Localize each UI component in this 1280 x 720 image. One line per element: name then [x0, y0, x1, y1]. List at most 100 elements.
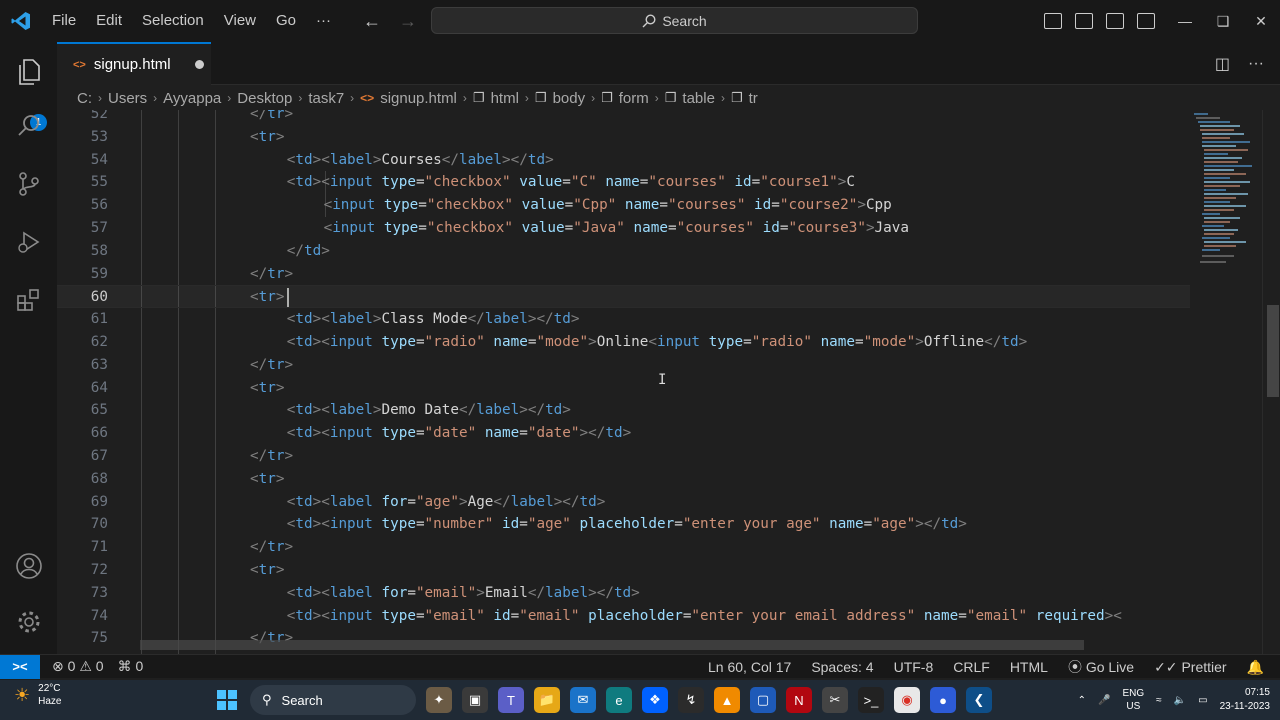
toggle-primary-sidebar-icon[interactable] — [1044, 13, 1062, 29]
microphone-icon[interactable]: 🎤 — [1098, 695, 1110, 706]
cursor-position[interactable]: Ln 60, Col 17 — [708, 659, 791, 675]
menu-more[interactable]: ··· — [306, 0, 341, 42]
code-line[interactable]: 56 <input type="checkbox" value="Cpp" nam… — [57, 194, 1190, 217]
code-line[interactable]: 54 <td><label>Courses</label></td> — [57, 149, 1190, 172]
run-debug-icon[interactable] — [13, 226, 45, 258]
breadcrumb-item[interactable]: form — [619, 90, 649, 107]
maximize-icon[interactable]: ❑ — [1204, 13, 1242, 30]
menu-go[interactable]: Go — [266, 0, 306, 42]
code-line[interactable]: 57 <input type="checkbox" value="Java" na… — [57, 217, 1190, 240]
extensions-icon[interactable] — [13, 284, 45, 316]
breadcrumb-item[interactable]: tr — [749, 90, 758, 107]
back-arrow-icon[interactable]: ← — [363, 11, 381, 32]
code-line[interactable]: 68 <tr> — [57, 468, 1190, 491]
code-line[interactable]: 52 </tr> — [57, 110, 1190, 126]
mail-icon[interactable]: ✉ — [570, 687, 596, 713]
chevron-up-icon[interactable]: ⌃ — [1078, 695, 1086, 706]
teams-icon[interactable]: T — [498, 687, 524, 713]
explorer-icon[interactable] — [13, 56, 45, 88]
clock[interactable]: 07:15 23-11-2023 — [1220, 686, 1270, 714]
vertical-scrollbar[interactable] — [1262, 110, 1280, 654]
breadcrumb-item[interactable]: table — [682, 90, 715, 107]
problems-indicator[interactable]: ⊗ 0 ⚠ 0 — [52, 658, 104, 675]
breadcrumb-item[interactable]: C: — [77, 90, 92, 107]
app-window-icon[interactable]: ▢ — [750, 687, 776, 713]
indentation[interactable]: Spaces: 4 — [811, 659, 873, 675]
command-center-search[interactable]: Search — [431, 7, 918, 34]
end-of-line[interactable]: CRLF — [953, 659, 990, 675]
accounts-icon[interactable] — [13, 550, 45, 582]
split-editor-icon[interactable]: ◫ — [1215, 54, 1230, 74]
edge-browser-icon[interactable]: e — [606, 687, 632, 713]
notifications-bell-icon[interactable]: 🔔 — [1247, 659, 1264, 676]
more-actions-icon[interactable]: ··· — [1248, 55, 1264, 73]
volume-icon[interactable]: 🔈 — [1174, 695, 1186, 706]
code-line[interactable]: 63 </tr> — [57, 354, 1190, 377]
code-line[interactable]: 62 <td><input type="radio" name="mode">On… — [57, 331, 1190, 354]
power-automate-icon[interactable]: ↯ — [678, 687, 704, 713]
remote-indicator-icon[interactable]: >< — [0, 654, 40, 679]
minimize-icon[interactable]: — — [1166, 13, 1204, 29]
discord-icon[interactable]: ● — [930, 687, 956, 713]
breadcrumb-item[interactable]: Desktop — [237, 90, 292, 107]
wifi-icon[interactable]: ≈ — [1156, 695, 1162, 706]
terminal-icon[interactable]: >_ — [858, 687, 884, 713]
copilot-icon[interactable]: ✦ — [426, 687, 452, 713]
ports-indicator[interactable]: ⌘ 0 — [118, 658, 144, 675]
breadcrumb-item[interactable]: body — [553, 90, 586, 107]
horizontal-scrollbar[interactable] — [140, 640, 1084, 650]
toggle-panel-icon[interactable] — [1075, 13, 1093, 29]
file-explorer-icon[interactable]: 📁 — [534, 687, 560, 713]
snipping-tool-icon[interactable]: ✂ — [822, 687, 848, 713]
menu-selection[interactable]: Selection — [132, 0, 214, 42]
scrollbar-thumb[interactable] — [1267, 305, 1279, 397]
code-line[interactable]: 67 </tr> — [57, 445, 1190, 468]
code-editor[interactable]: 52 </tr> 53 <tr> 54 <td><label>Courses</label… — [57, 110, 1190, 654]
code-line[interactable]: 73 <td><label for="email">Email</label></… — [57, 582, 1190, 605]
windows-start-icon[interactable] — [214, 687, 240, 713]
code-line[interactable]: 58 </td> — [57, 240, 1190, 263]
breadcrumb-item[interactable]: Ayyappa — [163, 90, 221, 107]
toggle-secondary-sidebar-icon[interactable] — [1106, 13, 1124, 29]
weather-widget[interactable]: ☀ 22°C Haze — [14, 682, 62, 708]
unsaved-dot-icon[interactable] — [194, 60, 204, 69]
vlc-icon[interactable]: ▲ — [714, 687, 740, 713]
close-icon[interactable]: ✕ — [1242, 13, 1280, 30]
dropbox-icon[interactable]: ❖ — [642, 687, 668, 713]
code-line[interactable]: 74 <td><input type="email" id="email" pla… — [57, 605, 1190, 628]
netflix-icon[interactable]: N — [786, 687, 812, 713]
minimap[interactable] — [1190, 110, 1262, 654]
search-view-icon[interactable] — [13, 110, 45, 142]
code-line[interactable]: 60 <tr> — [57, 285, 1190, 309]
code-line[interactable]: 65 <td><label>Demo Date</label></td> — [57, 399, 1190, 422]
code-line[interactable]: 70 <td><input type="number" id="age" plac… — [57, 513, 1190, 536]
language-mode[interactable]: HTML — [1010, 659, 1048, 675]
source-control-icon[interactable] — [13, 168, 45, 200]
code-line[interactable]: 69 <td><label for="age">Age</label></td> — [57, 491, 1190, 514]
settings-gear-icon[interactable] — [13, 606, 45, 638]
code-line[interactable]: 61 <td><label>Class Mode</label></td> — [57, 308, 1190, 331]
prettier-button[interactable]: ✓✓ Prettier — [1154, 659, 1226, 676]
encoding[interactable]: UTF-8 — [894, 659, 934, 675]
forward-arrow-icon[interactable]: → — [399, 11, 417, 32]
breadcrumb-item[interactable]: signup.html — [380, 90, 457, 107]
menu-file[interactable]: File — [42, 0, 86, 42]
code-line[interactable]: 53 <tr> — [57, 126, 1190, 149]
code-line[interactable]: 71 </tr> — [57, 536, 1190, 559]
code-line[interactable]: 59 </tr> — [57, 263, 1190, 286]
code-line[interactable]: 66 <td><input type="date" name="date"></t… — [57, 422, 1190, 445]
task-view-icon[interactable]: ▣ — [462, 687, 488, 713]
code-line[interactable]: 55 <td><input type="checkbox" value="C" n… — [57, 171, 1190, 194]
taskbar-search[interactable]: ⚲ Search — [250, 685, 416, 715]
code-line[interactable]: 72 <tr> — [57, 559, 1190, 582]
menu-edit[interactable]: Edit — [86, 0, 132, 42]
breadcrumb-item[interactable]: task7 — [308, 90, 344, 107]
breadcrumb-item[interactable]: Users — [108, 90, 147, 107]
tab-signup-html[interactable]: <> signup.html — [57, 42, 211, 85]
customize-layout-icon[interactable] — [1137, 13, 1155, 29]
vscode-taskbar-icon[interactable]: ❮ — [966, 687, 992, 713]
input-language[interactable]: ENG US — [1123, 687, 1145, 713]
breadcrumb-item[interactable]: html — [491, 90, 519, 107]
menu-view[interactable]: View — [214, 0, 266, 42]
go-live-button[interactable]: ⦿ Go Live — [1068, 657, 1134, 677]
